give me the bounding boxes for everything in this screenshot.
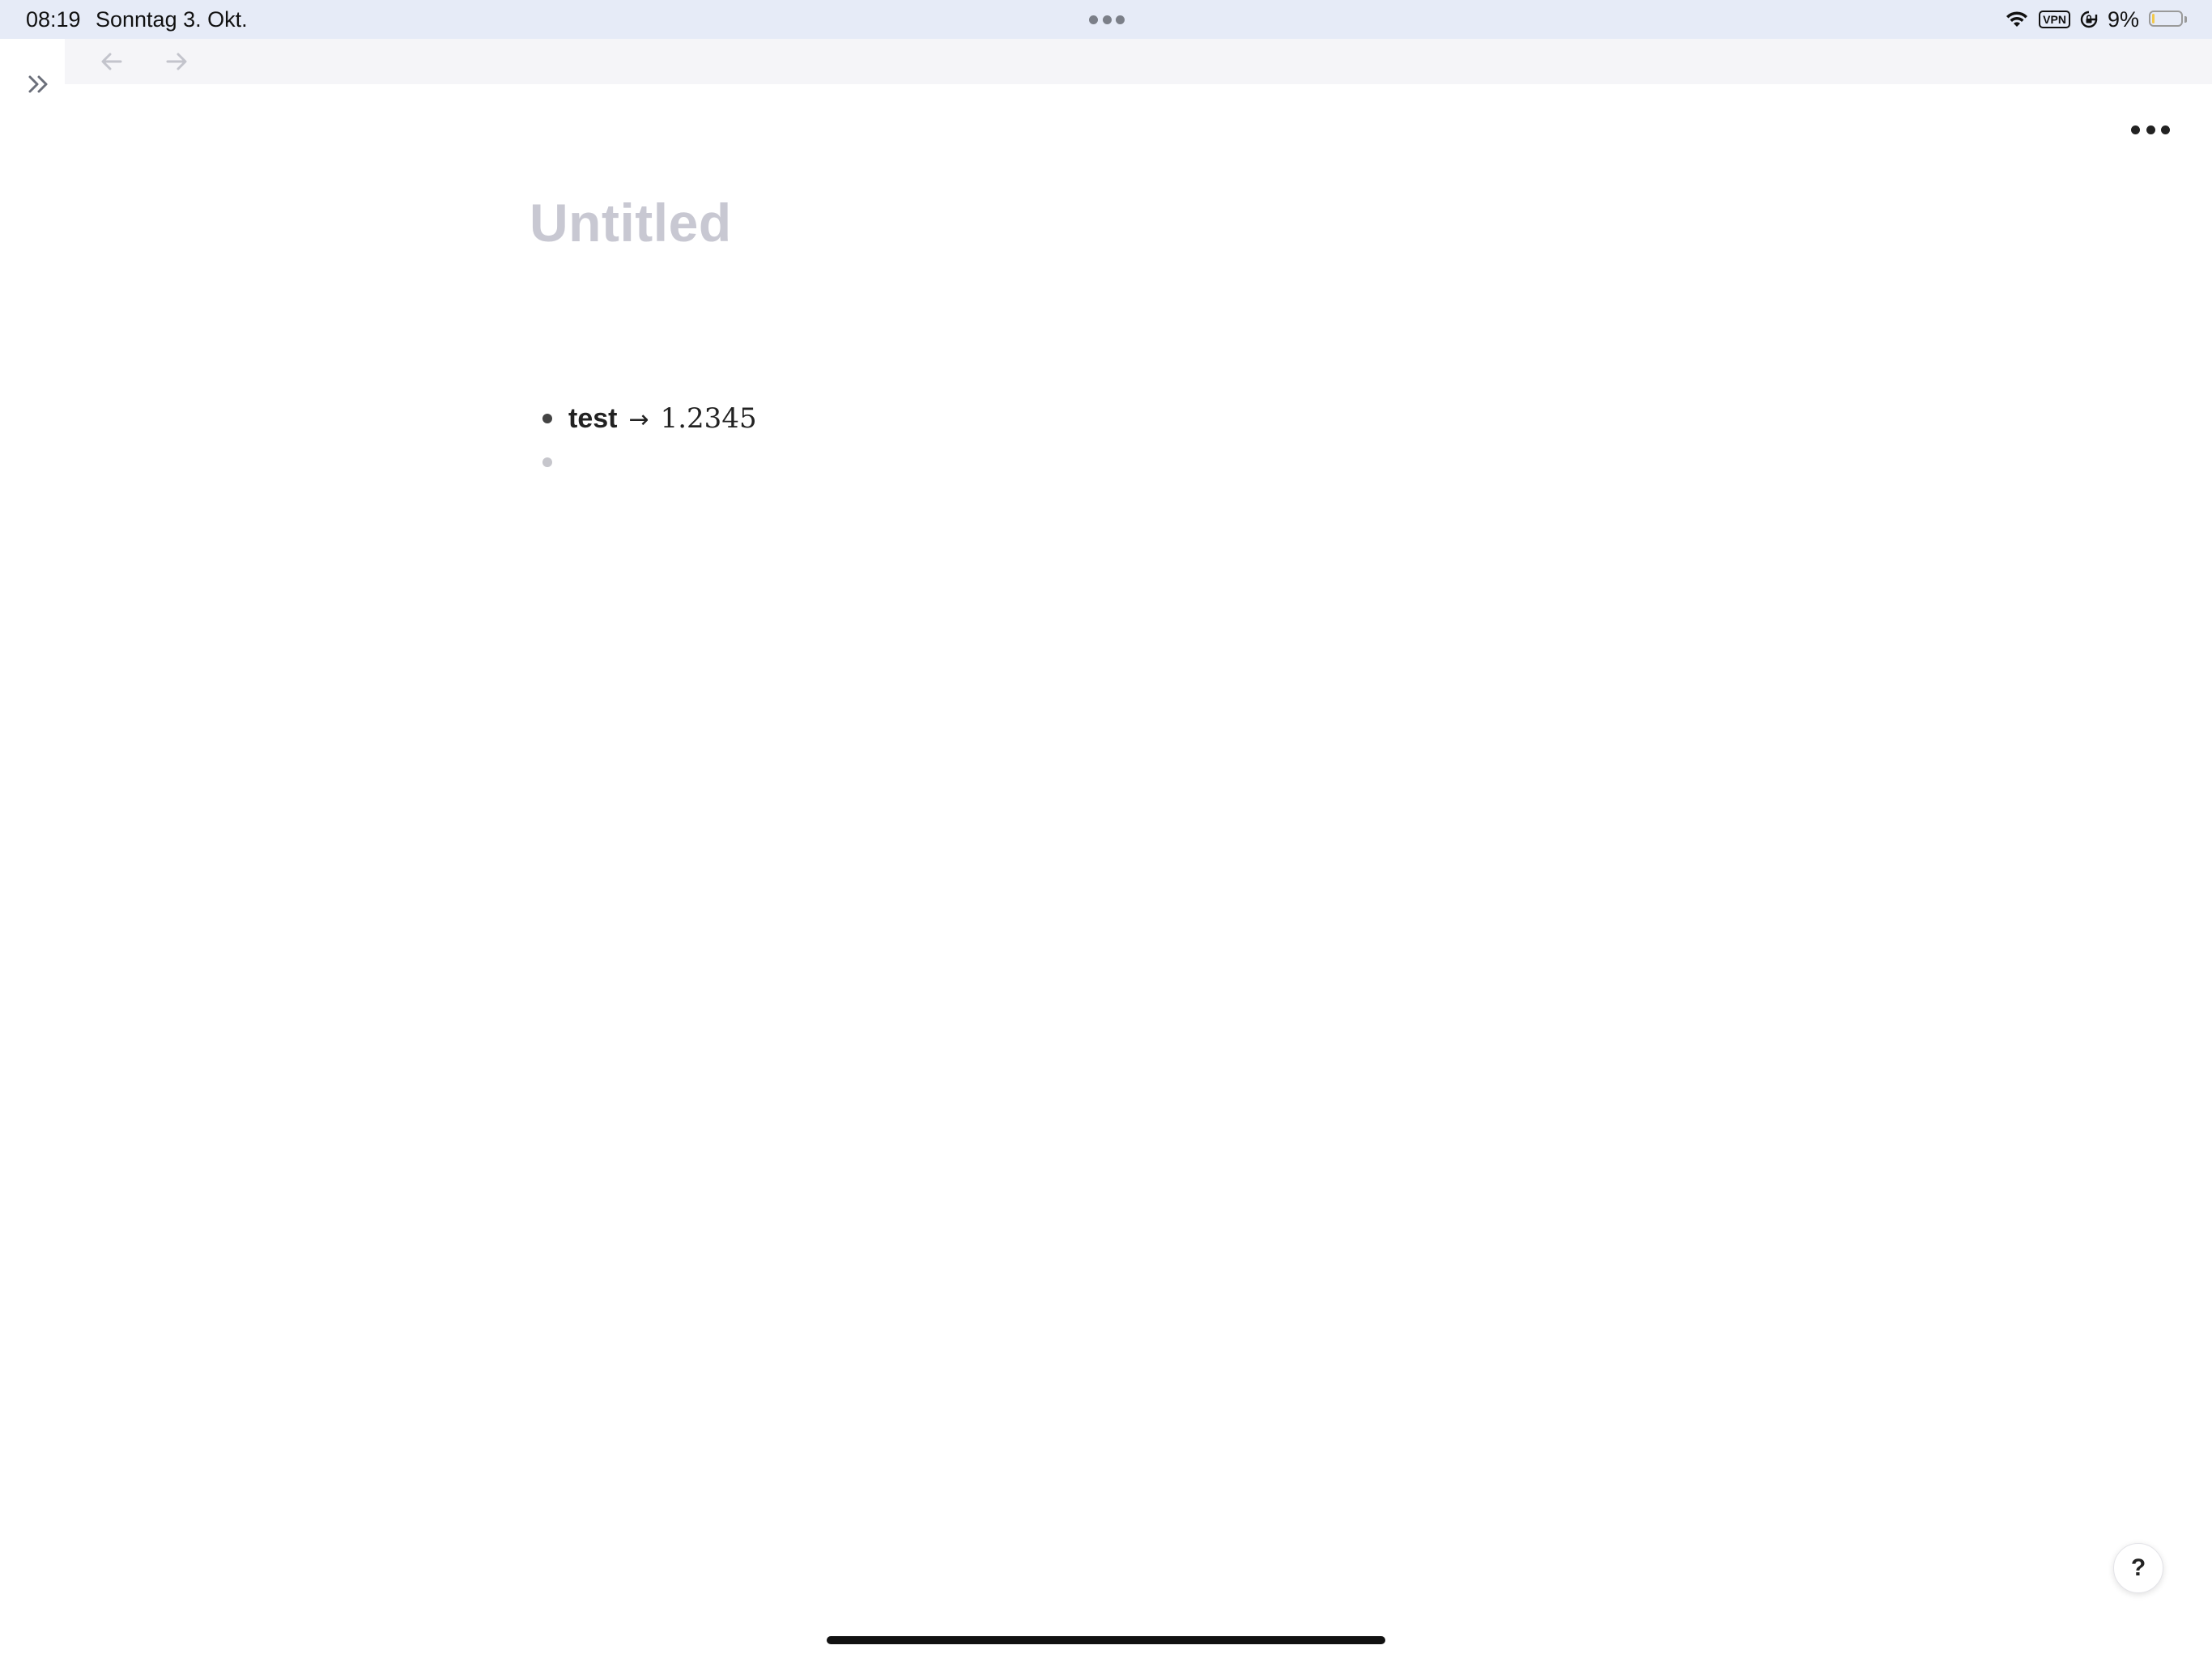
- multitasking-menu-icon[interactable]: [1089, 15, 1125, 24]
- list-item-empty[interactable]: [530, 440, 757, 484]
- page-title-placeholder[interactable]: Untitled: [530, 178, 1744, 267]
- bullet-icon[interactable]: [542, 414, 552, 423]
- forward-button[interactable]: [160, 47, 193, 76]
- status-date: Sonntag 3. Okt.: [96, 7, 248, 32]
- nav-toolbar: [65, 39, 2212, 84]
- multitask-dot: [1116, 15, 1125, 24]
- arrow-glyph: →: [628, 406, 649, 434]
- bullet-icon[interactable]: [542, 457, 552, 467]
- arrow-left-icon: [101, 53, 122, 70]
- wifi-icon: [2005, 11, 2029, 28]
- sidebar-toggle-button[interactable]: [23, 71, 55, 97]
- multitask-dot: [1102, 15, 1112, 24]
- vpn-badge: VPN: [2039, 11, 2070, 28]
- bullet-key-text: test: [568, 403, 618, 434]
- bullet-content[interactable]: test → 1.2345: [568, 402, 757, 435]
- sidebar-strip: [0, 39, 65, 1658]
- list-item[interactable]: test → 1.2345: [530, 397, 757, 440]
- home-indicator[interactable]: [827, 1636, 1385, 1644]
- ellipsis-icon: [2161, 125, 2170, 134]
- battery-fill: [2152, 14, 2155, 23]
- bullet-value-math: 1.2345: [660, 402, 757, 435]
- page: 08:19 Sonntag 3. Okt. VPN 9% Untitled te…: [0, 0, 2212, 1658]
- battery-tip: [2184, 16, 2187, 23]
- status-time: 08:19: [26, 7, 81, 32]
- bullet-list: test → 1.2345: [530, 397, 757, 484]
- double-chevron-right-icon: [28, 75, 48, 93]
- battery-icon: [2149, 11, 2188, 28]
- more-options-button[interactable]: [2131, 118, 2170, 141]
- multitask-dot: [1089, 15, 1098, 24]
- rotation-lock-icon: [2080, 11, 2098, 28]
- editor: Untitled test → 1.2345: [530, 178, 1744, 467]
- battery-percent: 9%: [2107, 6, 2139, 32]
- status-bar: 08:19 Sonntag 3. Okt. VPN 9%: [0, 0, 2212, 39]
- status-indicators: VPN 9%: [2005, 5, 2188, 34]
- ellipsis-icon: [2131, 125, 2140, 134]
- arrow-right-icon: [166, 53, 187, 70]
- help-button[interactable]: ?: [2113, 1543, 2163, 1593]
- back-button[interactable]: [96, 47, 128, 76]
- ellipsis-icon: [2146, 125, 2155, 134]
